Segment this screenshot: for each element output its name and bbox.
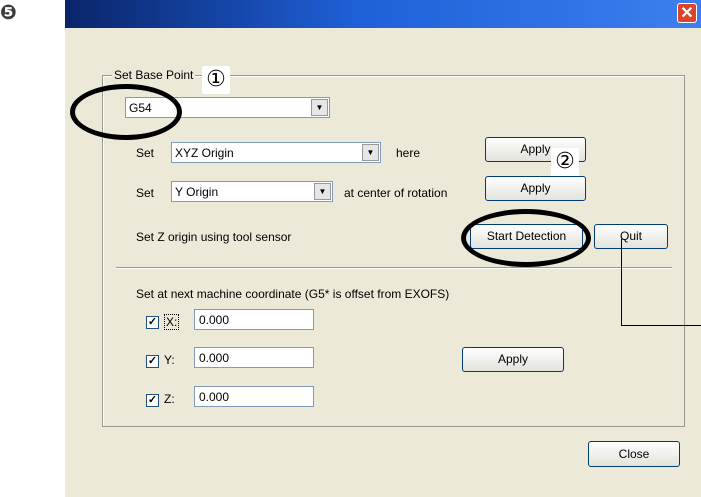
y-axis-label: Y:	[164, 353, 175, 367]
callout-number-2: ②	[551, 148, 579, 176]
x-axis-label: X:	[164, 314, 180, 330]
callout-number-1: ①	[202, 66, 230, 94]
callout-ring-2	[461, 209, 591, 267]
rotation-center-label: at center of rotation	[344, 186, 448, 200]
machine-coordinate-heading: Set at next machine coordinate (G5* is o…	[136, 287, 450, 301]
section-divider	[116, 267, 672, 269]
apply-coordinates-button[interactable]: Apply	[462, 347, 564, 372]
z-coordinate-field[interactable]: 0.000	[194, 386, 314, 407]
x-axis-checkbox[interactable]: ✓	[146, 316, 159, 329]
y-axis-checkbox[interactable]: ✓	[146, 355, 159, 368]
dialog-title-bar: ✕	[65, 0, 701, 28]
step-number-label: ❺	[0, 0, 17, 24]
chevron-down-icon[interactable]: ▼	[362, 144, 379, 161]
base-point-legend: Set Base Point	[112, 68, 196, 82]
rotation-axis-value: Y Origin	[175, 185, 219, 199]
leader-line	[621, 239, 701, 326]
x-coordinate-field[interactable]: 0.000	[194, 309, 314, 330]
origin-select[interactable]: XYZ Origin ▼	[171, 142, 381, 163]
close-button[interactable]: Close	[588, 441, 680, 467]
chevron-down-icon[interactable]: ▼	[314, 183, 331, 200]
callout-ring-1	[70, 84, 182, 140]
z-axis-label: Z:	[164, 392, 175, 406]
chevron-down-icon[interactable]: ▼	[311, 99, 328, 116]
z-axis-checkbox[interactable]: ✓	[146, 394, 159, 407]
xyz-set-label: Set	[136, 146, 155, 160]
base-point-group	[102, 75, 685, 427]
rotation-set-label: Set	[136, 186, 155, 200]
rotation-axis-select[interactable]: Y Origin ▼	[171, 181, 333, 202]
tool-sensor-label: Set Z origin using tool sensor	[136, 230, 292, 244]
here-label: here	[396, 146, 421, 160]
y-coordinate-field[interactable]: 0.000	[194, 347, 314, 368]
close-icon[interactable]: ✕	[677, 3, 697, 23]
origin-value: XYZ Origin	[175, 146, 234, 160]
apply-rotation-button[interactable]: Apply	[485, 176, 586, 201]
